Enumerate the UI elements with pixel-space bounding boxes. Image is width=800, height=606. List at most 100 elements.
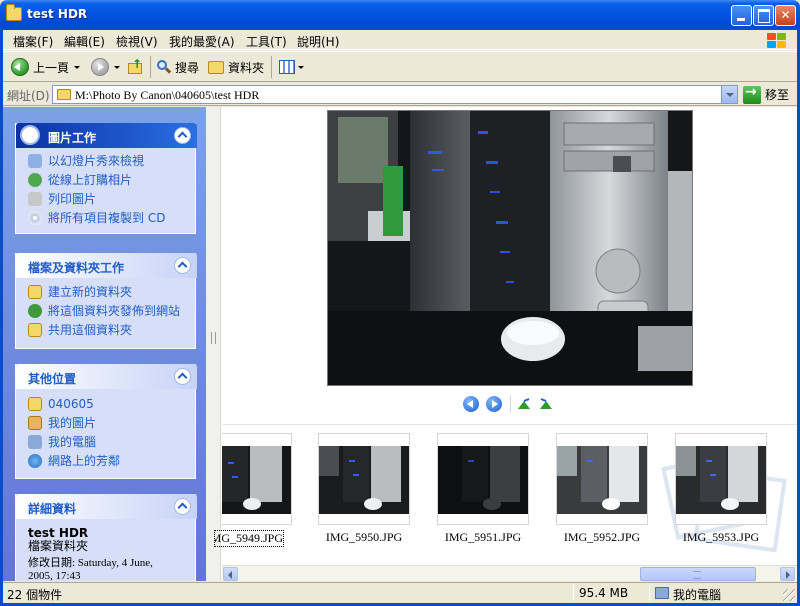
new-folder-icon	[28, 284, 42, 299]
resize-grip[interactable]	[783, 589, 795, 601]
thumbnail-image[interactable]	[318, 433, 410, 525]
windows-logo-icon	[765, 32, 789, 50]
close-button[interactable]: ✕	[775, 5, 796, 26]
thumbnail-photo	[319, 446, 409, 514]
search-icon	[156, 59, 172, 75]
menu-bar: 檔案(F) 編輯(E) 檢視(V) 我的最愛(A) 工具(T) 說明(H)	[3, 30, 797, 50]
thumbnail-label[interactable]: IMG_5952.JPG	[547, 530, 657, 545]
menu-view[interactable]: 檢視(V)	[116, 33, 158, 50]
menu-file[interactable]: 檔案(F)	[13, 33, 53, 50]
other-places-header[interactable]: 其他位置	[16, 364, 197, 389]
pane-splitter[interactable]	[206, 107, 221, 581]
thumbnail-label[interactable]: IMG_5953.JPG	[666, 530, 776, 545]
thumbnail-photo	[557, 446, 647, 514]
thumbnail-image[interactable]	[556, 433, 648, 525]
rotate-counterclockwise-icon[interactable]	[539, 398, 553, 410]
go-button[interactable]: 移至	[743, 84, 789, 104]
back-arrow-icon	[11, 58, 29, 76]
scroll-right-button[interactable]	[780, 567, 795, 581]
picture-tasks-title: 圖片工作	[48, 131, 97, 145]
thumbnail-label[interactable]: IMG_5949.JPG	[214, 530, 284, 547]
folder-icon	[57, 89, 71, 100]
slideshow-icon	[28, 153, 42, 168]
cd-icon	[28, 210, 42, 225]
status-object-count: 22 個物件	[7, 588, 63, 602]
status-divider	[649, 585, 650, 601]
status-size: 95.4 MB	[579, 586, 629, 600]
rotate-clockwise-icon[interactable]	[517, 398, 531, 410]
toolbar-separator	[271, 56, 272, 78]
maximize-button[interactable]	[753, 5, 774, 26]
scroll-left-button[interactable]	[223, 567, 238, 581]
publish-web-icon	[28, 303, 42, 318]
nav-separator	[510, 395, 511, 413]
place-my-pictures[interactable]: 我的圖片	[28, 414, 96, 431]
toolbar-separator	[150, 56, 151, 78]
task-slideshow[interactable]: 以幻燈片秀來檢視	[28, 152, 144, 169]
details-panel: 詳細資料 test HDR 檔案資料夾 修改日期: Saturday, 4 Ju…	[15, 494, 197, 581]
file-tasks-header[interactable]: 檔案及資料夾工作	[16, 253, 197, 278]
collapse-chevron-icon[interactable]	[174, 368, 191, 385]
task-print-pictures[interactable]: 列印圖片	[28, 190, 96, 207]
place-my-computer[interactable]: 我的電腦	[28, 433, 96, 450]
task-new-folder[interactable]: 建立新的資料夾	[28, 283, 132, 300]
task-pane: 圖片工作 以幻燈片秀來檢視 從線上訂購相片 列印圖片 將所有項目複製到 CD 檔…	[3, 107, 206, 581]
title-bar[interactable]: test HDR ✕	[0, 0, 800, 30]
folder-icon	[208, 60, 224, 74]
back-label: 上一頁	[33, 60, 70, 75]
collapse-chevron-icon[interactable]	[174, 498, 191, 515]
task-copy-to-cd[interactable]: 將所有項目複製到 CD	[28, 209, 165, 226]
horizontal-scrollbar[interactable]	[222, 565, 797, 581]
menu-help[interactable]: 說明(H)	[297, 33, 339, 50]
window-title: test HDR	[27, 7, 88, 21]
thumbnail-image[interactable]	[222, 433, 292, 525]
address-input[interactable]: M:\Photo By Canon\040605\test HDR	[52, 85, 738, 104]
other-places-panel: 其他位置 040605 我的圖片 我的電腦 網路上的芳鄰	[15, 364, 197, 479]
search-button[interactable]: 搜尋	[156, 56, 199, 78]
file-tasks-panel: 檔案及資料夾工作 建立新的資料夾 將這個資料夾發佈到網站 共用這個資料夾	[15, 253, 197, 349]
place-parent-folder[interactable]: 040605	[28, 395, 94, 412]
details-folder-type: 檔案資料夾	[28, 539, 89, 553]
place-network[interactable]: 網路上的芳鄰	[28, 452, 120, 469]
menu-edit[interactable]: 編輯(E)	[64, 33, 105, 50]
preview-image	[327, 110, 693, 386]
collapse-chevron-icon[interactable]	[174, 127, 191, 144]
thumbnail-label[interactable]: IMG_5950.JPG	[309, 530, 419, 545]
back-button[interactable]: 上一頁	[11, 56, 81, 78]
share-folder-icon	[28, 322, 42, 337]
scrollbar-thumb[interactable]	[640, 567, 756, 581]
up-button[interactable]: ↑	[127, 56, 143, 78]
forward-dropdown-icon[interactable]	[114, 65, 120, 69]
thumbnail-photo	[222, 446, 291, 514]
picture-tasks-panel: 圖片工作 以幻燈片秀來檢視 從線上訂購相片 列印圖片 將所有項目複製到 CD	[15, 123, 197, 234]
thumbnail-image[interactable]	[675, 433, 767, 525]
task-share-folder[interactable]: 共用這個資料夾	[28, 321, 132, 338]
details-header[interactable]: 詳細資料	[16, 494, 197, 519]
computer-icon	[655, 587, 669, 599]
views-button[interactable]	[279, 56, 304, 78]
computer-case-photo	[328, 111, 692, 385]
details-title: 詳細資料	[28, 502, 77, 516]
menu-favorites[interactable]: 我的最愛(A)	[169, 33, 235, 50]
address-dropdown-button[interactable]	[721, 86, 737, 103]
other-places-title: 其他位置	[28, 372, 77, 386]
thumbnail-photo	[438, 446, 528, 514]
menu-tools[interactable]: 工具(T)	[246, 33, 287, 50]
views-dropdown-icon[interactable]	[298, 65, 304, 69]
previous-image-button[interactable]	[463, 396, 479, 412]
forward-button[interactable]	[91, 56, 120, 78]
collapse-chevron-icon[interactable]	[174, 257, 191, 274]
task-order-online[interactable]: 從線上訂購相片	[28, 171, 132, 188]
next-image-button[interactable]	[486, 396, 502, 412]
picture-tasks-header[interactable]: 圖片工作	[16, 123, 197, 148]
folder-icon	[6, 4, 22, 21]
back-dropdown-icon[interactable]	[74, 65, 81, 69]
search-label: 搜尋	[175, 60, 200, 75]
thumbnail-label[interactable]: IMG_5951.JPG	[428, 530, 538, 545]
folders-button[interactable]: 資料夾	[208, 56, 264, 78]
thumbnail-image[interactable]	[437, 433, 529, 525]
my-pictures-icon	[28, 415, 42, 430]
address-label: 網址(D)	[7, 89, 50, 103]
task-publish-web[interactable]: 將這個資料夾發佈到網站	[28, 302, 180, 319]
minimize-button[interactable]	[731, 5, 752, 26]
